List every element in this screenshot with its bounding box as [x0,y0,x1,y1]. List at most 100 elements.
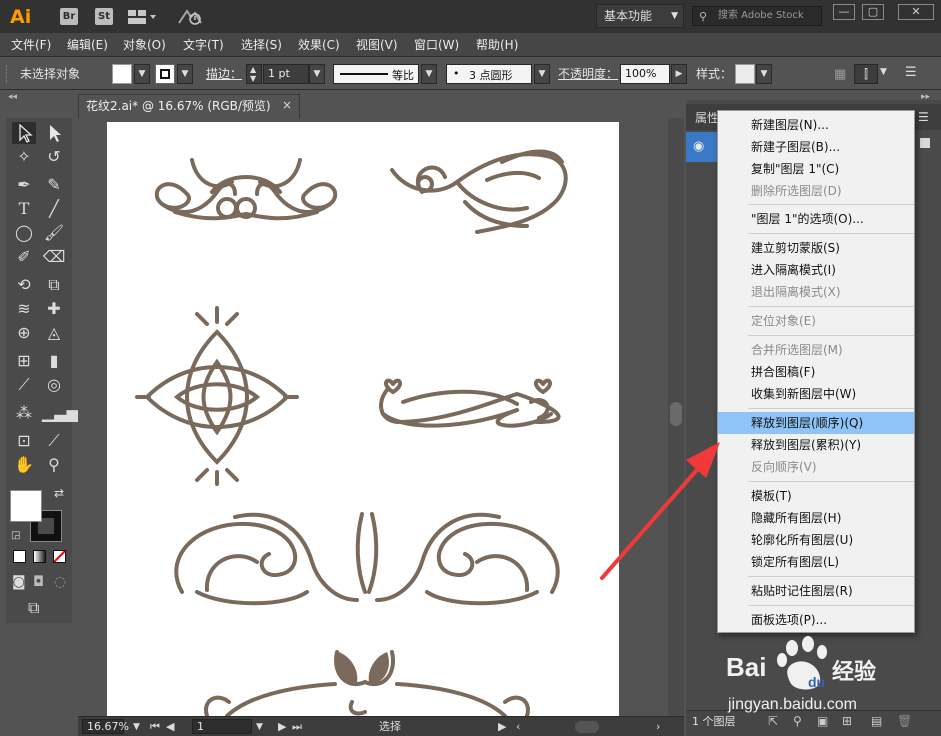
variable-width-profile[interactable]: 等比 [333,64,419,84]
artboard-tool-icon[interactable]: ⊡ [12,430,36,452]
fill-dropdown[interactable]: ▼ [134,64,150,84]
artboard[interactable] [107,122,619,718]
graphic-style-swatch[interactable] [735,64,755,84]
next-artboard-icon[interactable]: ▶ [278,720,286,734]
menu-file[interactable]: 文件(F) [11,36,51,54]
screen-mode-icon[interactable]: ⧉ [28,598,39,618]
horizontal-scroll-thumb[interactable] [575,721,599,733]
stroke-weight-stepper[interactable]: ▲ ▼ [246,64,262,84]
lasso-tool-icon[interactable]: ↺ [42,146,66,168]
slice-tool-icon[interactable]: ⟋ [42,430,66,452]
eyedropper-tool-icon[interactable]: ⟋ [12,374,36,396]
opacity-input[interactable]: 100% [620,64,670,84]
opacity-label[interactable]: 不透明度： [558,66,618,82]
status-menu-icon[interactable]: ▶ [498,720,506,734]
ornament-wave-swirl[interactable] [390,149,568,234]
shape-builder-tool-icon[interactable]: ⊕ [12,322,36,344]
menu-new-layer[interactable]: 新建图层(N)... [718,114,914,136]
profile-dropdown[interactable]: ▼ [421,64,437,84]
stroke-label[interactable]: 描边： [206,66,242,82]
ornament-double-scroll[interactable] [174,512,560,606]
menu-lock-all-layers[interactable]: 锁定所有图层(L) [718,551,914,573]
workspace-switcher[interactable]: 基本功能 ▼ [596,4,684,28]
eraser-tool-icon[interactable]: ⌫ [42,246,66,268]
line-segment-tool-icon[interactable]: ╱ [42,198,66,220]
menu-paste-remembers-layers[interactable]: 粘贴时记住图层(R) [718,580,914,602]
perspective-grid-tool-icon[interactable]: ◬ [42,322,66,344]
hscroll-left-icon[interactable]: ‹ [516,720,520,734]
fill-swatch[interactable] [112,64,132,84]
width-tool-icon[interactable]: ≋ [12,298,36,320]
menu-window[interactable]: 窗口(W) [414,36,459,54]
menu-help[interactable]: 帮助(H) [476,36,518,54]
layer-target-icon[interactable] [920,138,930,148]
column-graph-tool-icon[interactable]: ▁▃▅ [42,402,79,424]
maximize-button[interactable]: ▢ [862,4,884,20]
menu-release-to-layers-build[interactable]: 释放到图层(累积)(Y) [718,434,914,456]
rotate-tool-icon[interactable]: ⟲ [12,274,36,296]
ornament-bottom-partial[interactable] [204,650,530,718]
menu-object[interactable]: 对象(O) [123,36,166,54]
menu-enter-isolation[interactable]: 进入隔离模式(I) [718,259,914,281]
artboard-dropdown-icon[interactable]: ▼ [256,720,263,734]
menu-template[interactable]: 模板(T) [718,485,914,507]
paintbrush-tool-icon[interactable]: 🖌 [42,222,66,244]
scale-tool-icon[interactable]: ⧉ [42,274,66,296]
menu-flatten-artwork[interactable]: 拼合图稿(F) [718,361,914,383]
gradient-mode-icon[interactable] [33,550,46,563]
menu-layer-options[interactable]: "图层 1"的选项(O)... [718,208,914,230]
swap-fill-stroke-icon[interactable]: ⇄ [54,486,64,500]
minimize-button[interactable]: — [833,4,855,20]
last-artboard-icon[interactable]: ⏭ [292,720,302,734]
align-grid-icon[interactable]: ▦ [834,67,846,82]
draw-inside-icon[interactable]: ◌ [54,574,66,590]
ornament-flower-medallion[interactable] [135,306,299,486]
stroke-weight-input[interactable]: 1 pt [263,64,309,84]
menu-edit[interactable]: 编辑(E) [67,36,108,54]
menu-outline-all-layers[interactable]: 轮廓化所有图层(U) [718,529,914,551]
menu-hide-all-layers[interactable]: 隐藏所有图层(H) [718,507,914,529]
bridge-button[interactable]: Br [60,8,78,25]
stroke-swatch[interactable] [155,64,175,84]
opacity-dropdown[interactable]: ▶ [671,64,687,84]
type-tool-icon[interactable]: T [12,198,36,220]
brush-dropdown[interactable]: ▼ [534,64,550,84]
panel-menu-icon[interactable]: ☰ [918,110,929,124]
menu-new-sublayer[interactable]: 新建子图层(B)... [718,136,914,158]
pen-tool-icon[interactable]: ✒ [12,174,36,196]
mesh-tool-icon[interactable]: ⊞ [12,350,36,372]
close-document-icon[interactable]: × [282,97,292,113]
default-fill-stroke-icon[interactable]: ◲ [11,530,20,541]
zoom-dropdown-icon[interactable]: ▼ [133,720,140,734]
stroke-weight-dropdown[interactable]: ▼ [309,64,325,84]
align-panel-button[interactable]: ⫿ [854,64,878,84]
previous-artboard-icon[interactable]: ◀ [166,720,174,734]
menu-collect-in-new-layer[interactable]: 收集到新图层中(W) [718,383,914,405]
hscroll-right-icon[interactable]: › [656,720,660,734]
draw-normal-icon[interactable]: ◙ [12,574,26,590]
properties-tab[interactable]: 属性 [695,110,719,126]
menu-make-clipping-mask[interactable]: 建立剪切蒙版(S) [718,237,914,259]
menu-duplicate-layer[interactable]: 复制"图层 1"(C) [718,158,914,180]
hand-tool-icon[interactable]: ✋ [12,454,36,476]
blend-tool-icon[interactable]: ◎ [42,374,66,396]
menu-effect[interactable]: 效果(C) [298,36,340,54]
gradient-tool-icon[interactable]: ▮ [42,350,66,372]
curvature-tool-icon[interactable]: ✎ [42,174,66,196]
puppet-warp-tool-icon[interactable]: ✚ [42,298,66,320]
selection-tool-icon[interactable] [12,122,36,144]
direct-selection-tool-icon[interactable] [42,122,66,144]
none-mode-icon[interactable] [53,550,66,563]
zoom-level-input[interactable]: 16.67% [82,719,129,734]
toolbar-collapse-icon[interactable]: ◂◂ [8,92,17,102]
menu-select[interactable]: 选择(S) [241,36,282,54]
gpu-performance-icon[interactable] [177,7,203,27]
menu-view[interactable]: 视图(V) [356,36,398,54]
artboard-number-input[interactable]: 1 [192,719,252,734]
stock-button[interactable]: St [95,8,113,25]
arrange-documents-icon[interactable] [128,9,158,25]
magic-wand-tool-icon[interactable]: ✧ [12,146,36,168]
zoom-tool-icon[interactable]: ⚲ [42,454,66,476]
draw-behind-icon[interactable]: ◘ [33,574,44,590]
ellipse-tool-icon[interactable]: ◯ [12,222,36,244]
